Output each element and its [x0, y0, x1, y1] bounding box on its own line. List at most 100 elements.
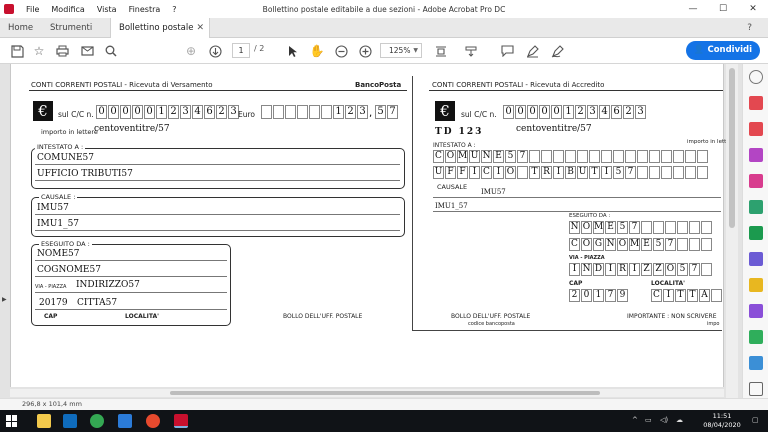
menu-help[interactable]: ? — [172, 5, 176, 14]
right-amount-words-field[interactable]: centoventitre/57 — [516, 124, 592, 134]
protect-icon[interactable] — [749, 356, 763, 370]
email-icon[interactable] — [78, 42, 96, 60]
postcode-field[interactable]: 20179 — [39, 298, 68, 308]
prepare-form-icon[interactable] — [749, 200, 763, 214]
more-tools-icon[interactable] — [749, 382, 763, 396]
document-viewport[interactable]: ▶ ◀ CONTI CORRENTI POSTALI - Ricevuta di… — [0, 64, 742, 398]
char-cell — [661, 166, 672, 179]
hand-tool-icon[interactable]: ✋ — [308, 42, 326, 60]
outlook-icon[interactable] — [63, 414, 77, 428]
menu-modifica[interactable]: Modifica — [51, 5, 84, 14]
comment-tool-icon[interactable] — [749, 278, 763, 292]
right-holder-line1-field[interactable]: C O M U N E 5 7 — [433, 150, 709, 163]
search-icon[interactable] — [102, 42, 120, 60]
payer-name-field[interactable]: NOME57 — [37, 249, 80, 259]
char-cell: M — [629, 238, 640, 251]
menu-vista[interactable]: Vista — [97, 5, 117, 14]
volume-icon[interactable]: ◁) — [660, 416, 668, 424]
holder-line1-field[interactable]: COMUNE57 — [37, 153, 94, 163]
holder-line2-field[interactable]: UFFICIO TRIBUTI57 — [37, 169, 133, 179]
reason-line2-field[interactable]: IMU1_57 — [37, 219, 79, 229]
chrome-icon[interactable] — [90, 414, 104, 428]
tab-close-icon[interactable]: ✕ — [196, 18, 204, 38]
print-icon[interactable] — [53, 42, 71, 60]
page-up-icon[interactable]: ⊕ — [182, 42, 200, 60]
edit-pdf-icon[interactable] — [749, 148, 763, 162]
right-street-field[interactable]: I N D I R I Z Z O 5 7 — [569, 263, 713, 276]
digit-cell — [285, 105, 296, 119]
network-icon[interactable]: ▭ — [645, 416, 652, 424]
char-cell: R — [617, 263, 628, 276]
page-fit-icon[interactable] — [432, 42, 450, 60]
right-reason-line1-field[interactable]: IMU57 — [481, 188, 506, 196]
menu-file[interactable]: File — [26, 5, 39, 14]
scroll-mode-icon[interactable] — [462, 42, 480, 60]
payer-name-rule — [35, 260, 227, 261]
file-explorer-icon[interactable] — [37, 414, 51, 428]
right-payer-name-field[interactable]: N O M E 5 7 — [569, 221, 713, 234]
combine-files-icon[interactable] — [749, 174, 763, 188]
amount-words-field[interactable]: centoventitre/57 — [94, 124, 170, 134]
share-button[interactable]: 👤 Condividi — [686, 41, 760, 60]
payer-surname-field[interactable]: COGNOME57 — [37, 265, 101, 275]
fill-sign-icon[interactable] — [749, 304, 763, 318]
save-icon[interactable] — [8, 42, 26, 60]
system-clock[interactable]: 11:51 08/04/2020 — [700, 412, 744, 430]
vertical-scroll-thumb[interactable] — [729, 68, 735, 228]
left-panel-toggle-icon[interactable]: ▶ — [2, 296, 7, 303]
street-field[interactable]: INDIRIZZO57 — [76, 280, 140, 290]
page-down-icon[interactable] — [206, 42, 224, 60]
right-payer-surname-field[interactable]: C O G N O M E 5 7 — [569, 238, 713, 251]
right-reason-line2-field[interactable]: IMU1_57 — [435, 202, 468, 210]
vscode-icon[interactable] — [118, 414, 132, 428]
export-pdf-icon[interactable] — [749, 96, 763, 110]
right-city-field[interactable]: C I T T A — [651, 289, 723, 302]
right-stamp-label: BOLLO DELL'UFF. POSTALE — [451, 313, 531, 320]
zoom-tool-icon[interactable] — [749, 70, 763, 84]
tab-document[interactable]: Bollettino postale e... ✕ — [110, 18, 210, 53]
app-icon[interactable] — [146, 414, 160, 428]
zoom-in-icon[interactable] — [356, 42, 374, 60]
right-account-label: sul C/C n. — [461, 110, 497, 119]
minimize-button[interactable]: — — [678, 0, 708, 18]
language-icon[interactable]: ☁ — [676, 416, 683, 424]
zoom-out-icon[interactable] — [332, 42, 350, 60]
comment-icon[interactable] — [498, 42, 516, 60]
tray-chevron-icon[interactable]: ^ — [632, 416, 638, 424]
right-account-number-field[interactable]: 0 0 0 0 0 1 2 3 4 6 2 3 — [503, 105, 647, 119]
create-pdf-icon[interactable] — [749, 122, 763, 136]
horizontal-scrollbar[interactable] — [10, 389, 724, 397]
send-review-icon[interactable] — [749, 330, 763, 344]
char-cell — [541, 150, 552, 163]
digit-cell: 4 — [192, 105, 203, 119]
amount-field[interactable]: 1 2 3 , 5 7 — [261, 105, 399, 123]
select-cursor-icon[interactable] — [284, 42, 302, 60]
acrobat-taskbar-icon[interactable] — [174, 414, 188, 428]
highlight-pen-icon[interactable] — [523, 42, 541, 60]
page-number-input[interactable]: 1 — [232, 43, 250, 58]
right-postcode-field[interactable]: 2 0 1 7 9 — [569, 289, 629, 302]
close-window-button[interactable]: ✕ — [738, 0, 768, 18]
horizontal-scroll-thumb[interactable] — [170, 391, 600, 395]
tab-tools[interactable]: Strumenti — [50, 18, 92, 38]
char-cell: 7 — [629, 221, 640, 234]
vertical-scrollbar[interactable] — [726, 64, 738, 398]
help-icon[interactable]: ? — [747, 18, 752, 38]
notifications-icon[interactable]: ▢ — [752, 416, 759, 424]
right-tools-panel — [742, 64, 768, 410]
page-total: / 2 — [254, 44, 265, 53]
account-number-field[interactable]: 0 0 0 0 0 1 2 3 4 6 2 3 — [96, 105, 240, 119]
windows-start-icon[interactable] — [6, 415, 18, 427]
sign-icon[interactable] — [548, 42, 566, 60]
char-cell: U — [577, 166, 588, 179]
organize-pages-icon[interactable] — [749, 252, 763, 266]
reason-line1-field[interactable]: IMU57 — [37, 203, 69, 213]
maximize-button[interactable]: ☐ — [708, 0, 738, 18]
right-holder-line2-field[interactable]: U F F I C I O T R I B U T I 5 7 — [433, 166, 709, 179]
tab-home[interactable]: Home — [8, 18, 33, 38]
zoom-level-select[interactable]: 125% ▼ — [380, 43, 422, 58]
city-field[interactable]: CITTA57 — [77, 298, 117, 308]
menu-finestra[interactable]: Finestra — [129, 5, 161, 14]
export-excel-icon[interactable] — [749, 226, 763, 240]
bookmark-star-icon[interactable]: ☆ — [30, 42, 48, 60]
